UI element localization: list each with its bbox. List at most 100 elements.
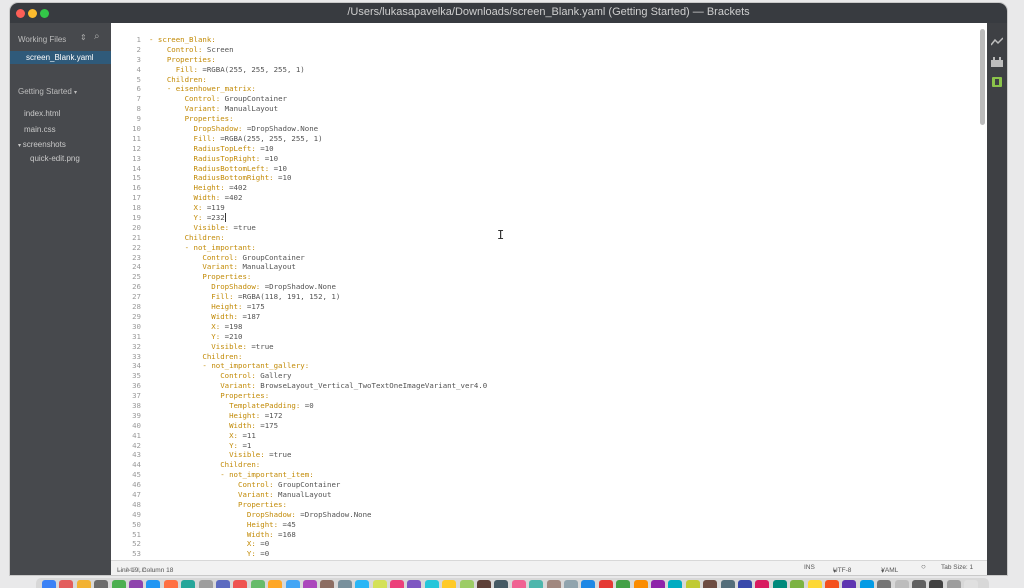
tab-size-setting[interactable]: Tab Size: 1 [941, 564, 973, 571]
dock-app-icon[interactable] [355, 580, 370, 588]
code-line[interactable]: X: =119 [149, 203, 969, 213]
code-line[interactable]: Fill: =RGBA(255, 255, 255, 1) [149, 134, 969, 144]
dock-app-icon[interactable] [198, 580, 213, 588]
dock-app-icon[interactable] [755, 580, 770, 588]
vertical-scrollbar[interactable] [980, 29, 985, 125]
live-preview-icon[interactable] [991, 37, 1003, 47]
code-line[interactable]: Properties: [149, 114, 969, 124]
dock-app-icon[interactable] [494, 580, 509, 588]
code-line[interactable]: X: =198 [149, 322, 969, 332]
code-line[interactable]: RadiusBottomLeft: =10 [149, 164, 969, 174]
code-line[interactable]: Children: [149, 233, 969, 243]
code-line[interactable]: Fill: =RGBA(255, 255, 255, 1) [149, 65, 969, 75]
code-line[interactable]: Y: =0 [149, 549, 969, 559]
dock-app-icon[interactable] [598, 580, 613, 588]
dock-app-icon[interactable] [859, 580, 874, 588]
code-line[interactable]: Control: GroupContainer [149, 480, 969, 490]
code-line[interactable]: Variant: ManualLayout [149, 262, 969, 272]
dock-app-icon[interactable] [546, 580, 561, 588]
code-line[interactable]: X: =0 [149, 539, 969, 549]
code-line[interactable]: RadiusBottomRight: =10 [149, 173, 969, 183]
dock-app-icon[interactable] [303, 580, 317, 588]
code-line[interactable]: Width: =402 [149, 193, 969, 203]
dock-app-icon[interactable] [825, 580, 839, 588]
working-files-header[interactable]: Working Files [18, 35, 66, 44]
code-line[interactable]: Control: GroupContainer [149, 94, 969, 104]
dock-app-icon[interactable] [268, 580, 283, 588]
code-line[interactable]: DropShadow: =DropShadow.None [149, 510, 969, 520]
dock-app-icon[interactable] [42, 580, 56, 588]
dock-app-icon[interactable] [216, 580, 230, 588]
dock-app-icon[interactable] [772, 580, 787, 588]
dock-app-icon[interactable] [111, 580, 126, 588]
code-line[interactable]: Children: [149, 75, 969, 85]
dock-app-icon[interactable] [564, 580, 578, 588]
code-line[interactable]: Height: =402 [149, 183, 969, 193]
code-line[interactable]: Visible: =true [149, 223, 969, 233]
code-line[interactable]: Visible: =true [149, 450, 969, 460]
code-line[interactable]: Y: =232 [149, 213, 969, 223]
dock-app-icon[interactable] [337, 580, 352, 588]
dock-app-icon[interactable] [877, 580, 892, 588]
code-line[interactable]: - screen_Blank: [149, 35, 969, 45]
code-line[interactable]: Control: GroupContainer [149, 253, 969, 263]
code-line[interactable]: Height: =175 [149, 302, 969, 312]
dock-app-icon[interactable] [703, 580, 718, 588]
dock-app-icon[interactable] [946, 580, 961, 588]
code-line[interactable]: Variant: ManualLayout [149, 490, 969, 500]
code-line[interactable]: Width: =187 [149, 312, 969, 322]
dock-app-icon[interactable] [233, 580, 248, 588]
dock-app-icon[interactable] [477, 580, 491, 588]
title-bar[interactable]: /Users/lukasapavelka/Downloads/screen_Bl… [10, 3, 1007, 23]
dock-app-icon[interactable] [842, 580, 857, 588]
folder-screenshots[interactable]: ▾ screenshots [18, 140, 66, 149]
dock-app-icon[interactable] [459, 580, 474, 588]
code-line[interactable]: Variant: BrowseLayout_Vertical_TwoTextOn… [149, 381, 969, 391]
dock-app-icon[interactable] [442, 580, 457, 588]
code-line[interactable]: Properties: [149, 500, 969, 510]
code-line[interactable]: - eisenhower_matrix: [149, 84, 969, 94]
search-icon[interactable]: ⌕ [94, 31, 100, 42]
code-line[interactable]: Properties: [149, 391, 969, 401]
dock-app-icon[interactable] [668, 580, 683, 588]
dock-app-icon[interactable] [929, 580, 944, 588]
dock-app-icon[interactable] [651, 580, 665, 588]
linter-status-icon[interactable]: ○ [921, 562, 926, 571]
code-line[interactable]: Properties: [149, 55, 969, 65]
dock-app-icon[interactable] [163, 580, 178, 588]
code-line[interactable]: Variant: ManualLayout [149, 104, 969, 114]
code-line[interactable]: - not_important: [149, 243, 969, 253]
code-line[interactable]: Children: [149, 460, 969, 470]
code-line[interactable]: X: =11 [149, 431, 969, 441]
dock-app-icon[interactable] [181, 580, 196, 588]
project-header[interactable]: Getting Started ▾ [18, 87, 77, 96]
code-editor[interactable]: 1 2 3 4 5 6 7 8 9 10 11 12 13 14 15 16 17 18 19 20 21 22 23 24 2… [111, 23, 987, 560]
dock-app-icon[interactable] [59, 580, 74, 588]
dock-app-icon[interactable] [511, 580, 526, 588]
code-line[interactable]: Control: Gallery [149, 371, 969, 381]
code-line[interactable]: Visible: =true [149, 342, 969, 352]
code-line[interactable]: Y: =1 [149, 441, 969, 451]
dock-app-icon[interactable] [633, 580, 648, 588]
dock-app-icon[interactable] [964, 580, 979, 588]
working-files-toggle-icon[interactable]: ⇕ [80, 33, 87, 42]
dock-app-icon[interactable] [407, 580, 422, 588]
file-tree-item-index[interactable]: index.html [24, 109, 60, 118]
dock-app-icon[interactable] [685, 580, 700, 588]
code-line[interactable]: Width: =168 [149, 530, 969, 540]
dock-app-icon[interactable] [807, 580, 822, 588]
code-line[interactable]: Children: [149, 352, 969, 362]
extension-icon[interactable] [991, 77, 1003, 87]
file-tree-item-quick-edit[interactable]: quick-edit.png [30, 154, 80, 163]
dock-app-icon[interactable] [372, 580, 387, 588]
code-line[interactable]: Properties: [149, 272, 969, 282]
code-line[interactable]: Height: =172 [149, 411, 969, 421]
dock-app-icon[interactable] [129, 580, 143, 588]
code-line[interactable]: DropShadow: =DropShadow.None [149, 124, 969, 134]
code-line[interactable]: Width: =175 [149, 421, 969, 431]
code-line[interactable]: - not_important_gallery: [149, 361, 969, 371]
insert-mode-toggle[interactable]: INS [804, 564, 815, 571]
dock-app-icon[interactable] [424, 580, 439, 588]
dock-app-icon[interactable] [76, 580, 91, 588]
dock-app-icon[interactable] [894, 580, 909, 588]
